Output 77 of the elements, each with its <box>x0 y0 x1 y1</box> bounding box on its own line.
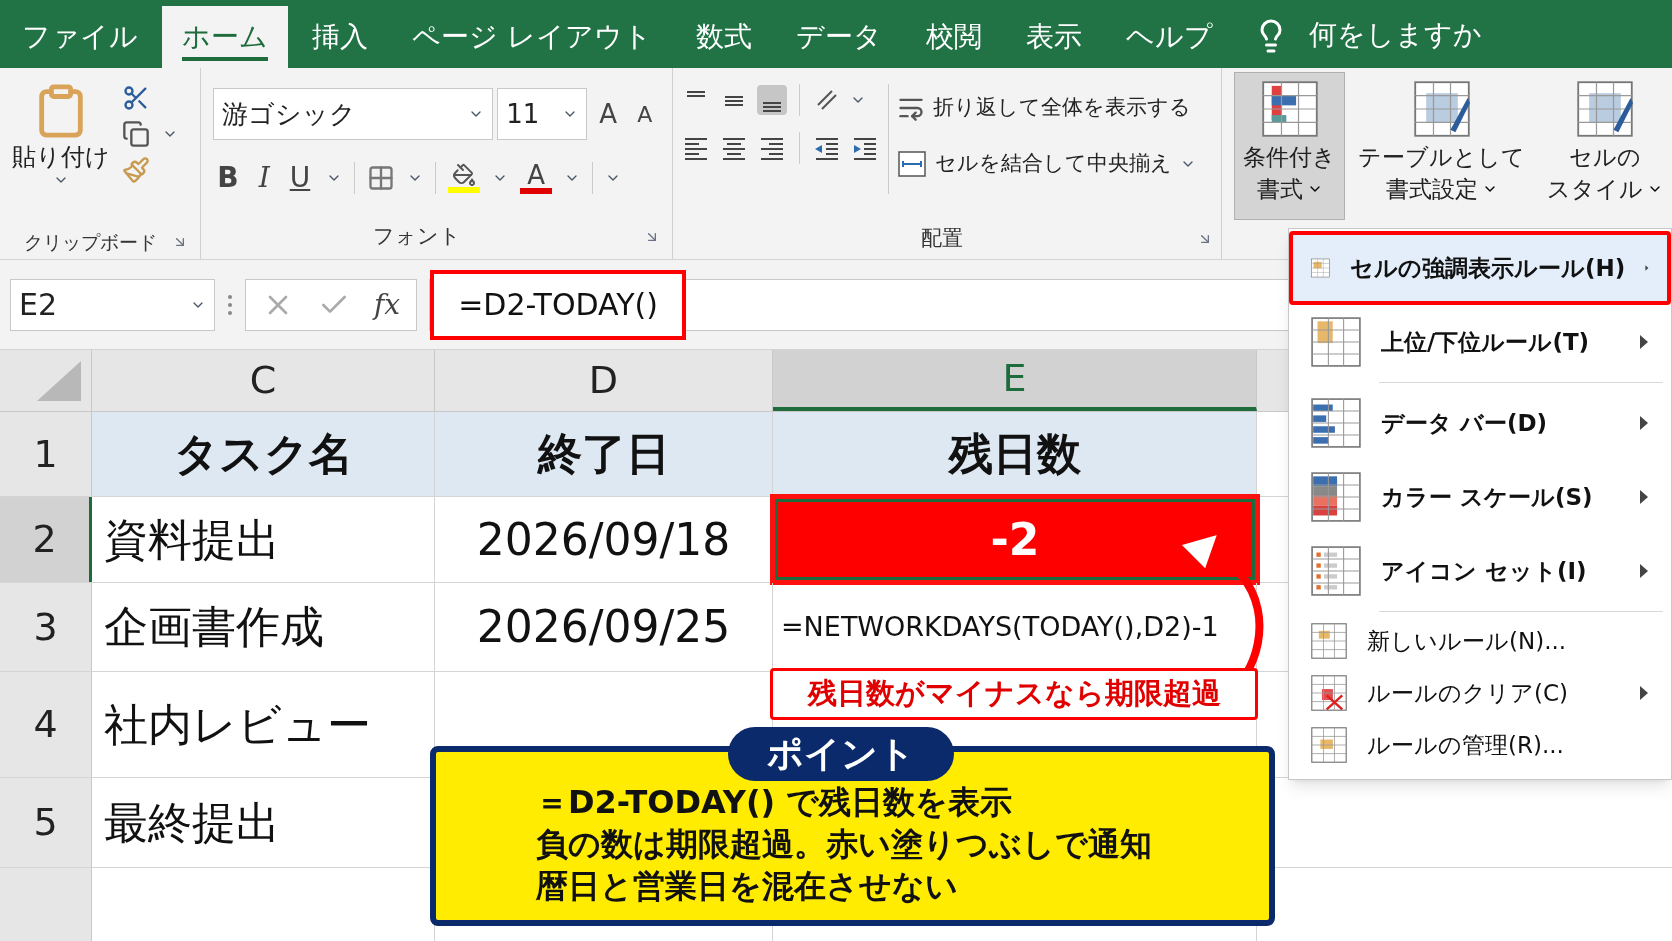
merge-center-button[interactable]: セルを結合して中央揃え <box>897 144 1197 184</box>
row-header[interactable]: 4 <box>0 672 92 777</box>
table-cell: 2026/09/25 <box>435 583 773 671</box>
font-color-button[interactable]: A <box>520 162 553 194</box>
drag-handle-icon[interactable] <box>227 292 233 317</box>
table-icon <box>1577 81 1633 137</box>
wrap-text-button[interactable]: 折り返して全体を表示する <box>897 88 1197 128</box>
submenu-arrow-icon <box>1639 334 1649 350</box>
row-header[interactable]: 1 <box>0 412 92 496</box>
paste-button[interactable]: 貼り付け <box>12 80 110 225</box>
column-header[interactable]: D <box>435 350 773 411</box>
menu-item[interactable]: カラー スケール(S) <box>1289 460 1671 534</box>
borders-icon[interactable] <box>367 164 396 192</box>
shrink-font-button[interactable]: A <box>629 97 661 131</box>
tell-me-field[interactable]: 何をしますか <box>1308 14 1482 56</box>
menu-item[interactable]: 新しいルール(N)... <box>1289 615 1671 667</box>
name-box[interactable]: E2 <box>10 278 215 331</box>
column-header[interactable]: C <box>92 350 435 411</box>
table-cell: 残日数 <box>773 412 1257 496</box>
column-header[interactable]: E <box>773 350 1257 411</box>
insert-function-button[interactable]: fx <box>374 283 401 326</box>
callout-label: 残日数がマイナスなら期限超過 <box>770 668 1258 720</box>
merge-cells-icon <box>897 149 928 179</box>
submenu-arrow-icon <box>1639 685 1649 701</box>
group-label: フォント <box>373 223 462 251</box>
ribbon-tab[interactable]: 表示 <box>1005 6 1102 68</box>
ribbon-tab[interactable]: 挿入 <box>292 6 388 68</box>
ribbon-tab[interactable]: 数式 <box>675 6 772 68</box>
formula-field[interactable]: =D2-TODAY() <box>430 269 686 340</box>
grow-font-button[interactable]: A <box>591 94 626 134</box>
fill-color-button[interactable] <box>448 163 481 193</box>
point-title: ポイント <box>728 727 954 781</box>
row-header[interactable]: 5 <box>0 778 92 867</box>
row-header[interactable]: 3 <box>0 583 92 671</box>
styles-button[interactable]: テーブルとして 書式設定 <box>1349 72 1534 220</box>
menu-item[interactable]: アイコン セット(I) <box>1289 534 1671 608</box>
menu-item[interactable]: ルールの管理(R)... <box>1289 719 1671 771</box>
ribbon-tab[interactable]: 校閲 <box>905 6 1002 68</box>
table-cell: 資料提出 <box>92 497 435 582</box>
underline-button[interactable]: U <box>285 157 315 199</box>
group-label: クリップボード <box>24 229 157 255</box>
table-icon <box>1311 317 1361 367</box>
submenu-arrow-icon <box>1639 563 1649 579</box>
font-name-field[interactable]: 游ゴシック <box>213 88 494 140</box>
table-icon <box>1261 81 1318 137</box>
table-icon <box>1311 546 1361 596</box>
point-text: ＝D2-TODAY() で残日数を表示 <box>536 782 1014 823</box>
table-cell: 終了日 <box>435 412 773 496</box>
ribbon-tab[interactable]: データ <box>775 6 902 68</box>
table-icon <box>1413 81 1470 137</box>
point-text: 負の数は期限超過。赤い塗りつぶしで通知 <box>536 824 1153 865</box>
ribbon-tab[interactable]: ファイル <box>2 6 158 68</box>
ribbon-tab[interactable]: ページ レイアウト <box>392 6 672 68</box>
row-header[interactable]: 2 <box>0 497 92 582</box>
menu-item[interactable]: ルールのクリア(C) <box>1289 667 1671 719</box>
table-icon <box>1311 398 1361 448</box>
table-cell: 企画書作成 <box>92 583 435 671</box>
table-icon <box>1311 472 1361 522</box>
submenu-arrow-icon <box>1639 415 1649 431</box>
table-icon <box>1311 727 1347 763</box>
font-size-field[interactable]: 11 <box>497 88 588 140</box>
menu-item[interactable]: データ バー(D) <box>1289 386 1671 460</box>
point-text: 暦日と営業日を混在させない <box>536 866 959 907</box>
italic-button[interactable]: I <box>254 157 274 199</box>
styles-button[interactable]: 条件付き 書式 <box>1234 72 1345 220</box>
styles-button[interactable]: セルの スタイル <box>1538 72 1672 220</box>
submenu-arrow-icon <box>1639 489 1649 505</box>
menu-item[interactable]: セルの強調表示ルール(H) <box>1289 231 1671 305</box>
bold-button[interactable]: B <box>213 157 243 199</box>
table-icon <box>1311 675 1347 711</box>
copy-icon[interactable] <box>122 120 150 148</box>
table-icon <box>1311 623 1347 659</box>
ribbon-tab[interactable]: ヘルプ <box>1105 6 1233 68</box>
menu-item[interactable]: 上位/下位ルール(T) <box>1289 305 1671 379</box>
table-cell: タスク名 <box>92 412 435 496</box>
group-label: 配置 <box>921 225 964 253</box>
ribbon-tab[interactable]: ホーム <box>162 6 288 68</box>
